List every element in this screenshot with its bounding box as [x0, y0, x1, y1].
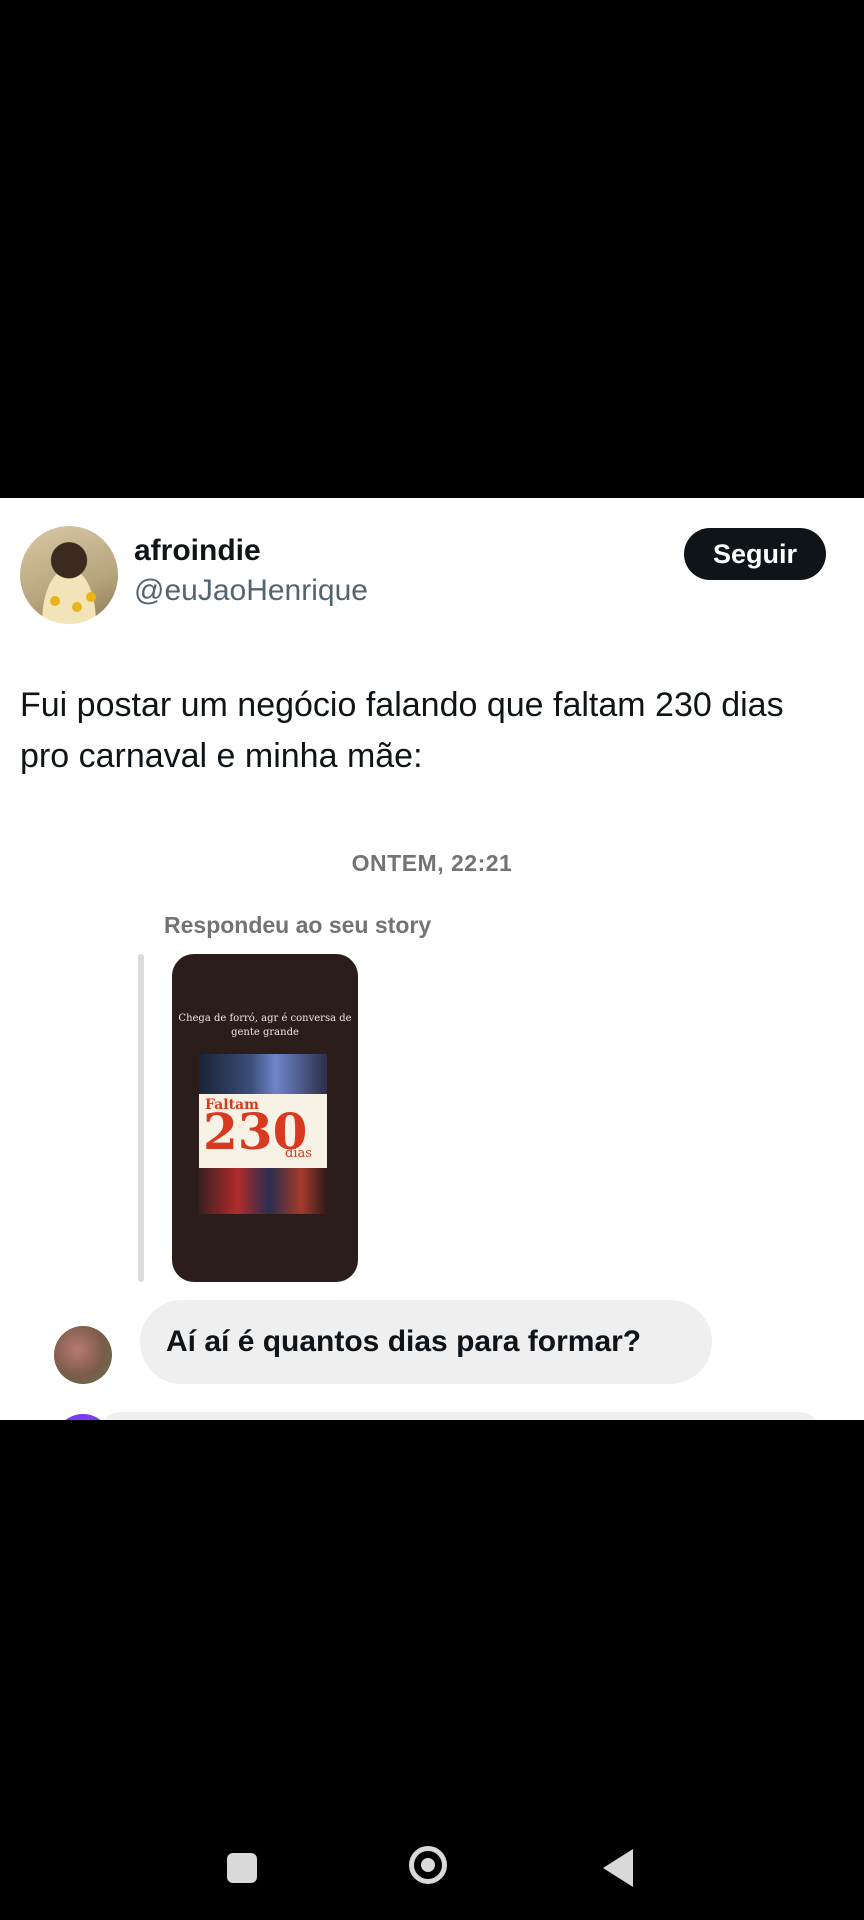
- chat-timestamp: ONTEM, 22:21: [351, 850, 513, 876]
- recent-apps-icon[interactable]: [227, 1853, 257, 1883]
- embedded-chat-screenshot[interactable]: ONTEM, 22:21 Respondeu ao seu story Cheg…: [0, 828, 864, 1420]
- replied-to-story-label: Respondeu ao seu story: [164, 912, 432, 938]
- story-caption: Chega de forró, agr é conversa de gente …: [178, 1013, 352, 1038]
- tweet-card: afroindie @euJaoHenrique Seguir Fui post…: [0, 498, 864, 1420]
- poster-dias-text: dias: [285, 1146, 312, 1161]
- story-thumbnail: Chega de forró, agr é conversa de gente …: [172, 954, 358, 1282]
- tweet-text: Fui postar um negócio falando que faltam…: [20, 686, 784, 775]
- system-navigation-bar: [0, 1820, 864, 1920]
- author-display-name[interactable]: afroindie: [134, 534, 261, 568]
- author-avatar[interactable]: [20, 526, 118, 624]
- back-icon[interactable]: [603, 1849, 633, 1887]
- story-stage-photo: [199, 1168, 327, 1214]
- story-countdown-poster: Faltam 230 dias: [199, 1094, 327, 1168]
- story-crowd-photo: [199, 1054, 327, 1094]
- author-handle[interactable]: @euJaoHenrique: [134, 574, 368, 608]
- follow-button[interactable]: Seguir: [684, 528, 826, 580]
- home-icon[interactable]: [409, 1846, 447, 1884]
- next-message-bubble: [100, 1412, 820, 1420]
- message-bubble: Aí aí é quantos dias para formar?: [140, 1300, 712, 1384]
- sender-avatar: [54, 1326, 112, 1384]
- reply-indicator-bar: [138, 954, 144, 1282]
